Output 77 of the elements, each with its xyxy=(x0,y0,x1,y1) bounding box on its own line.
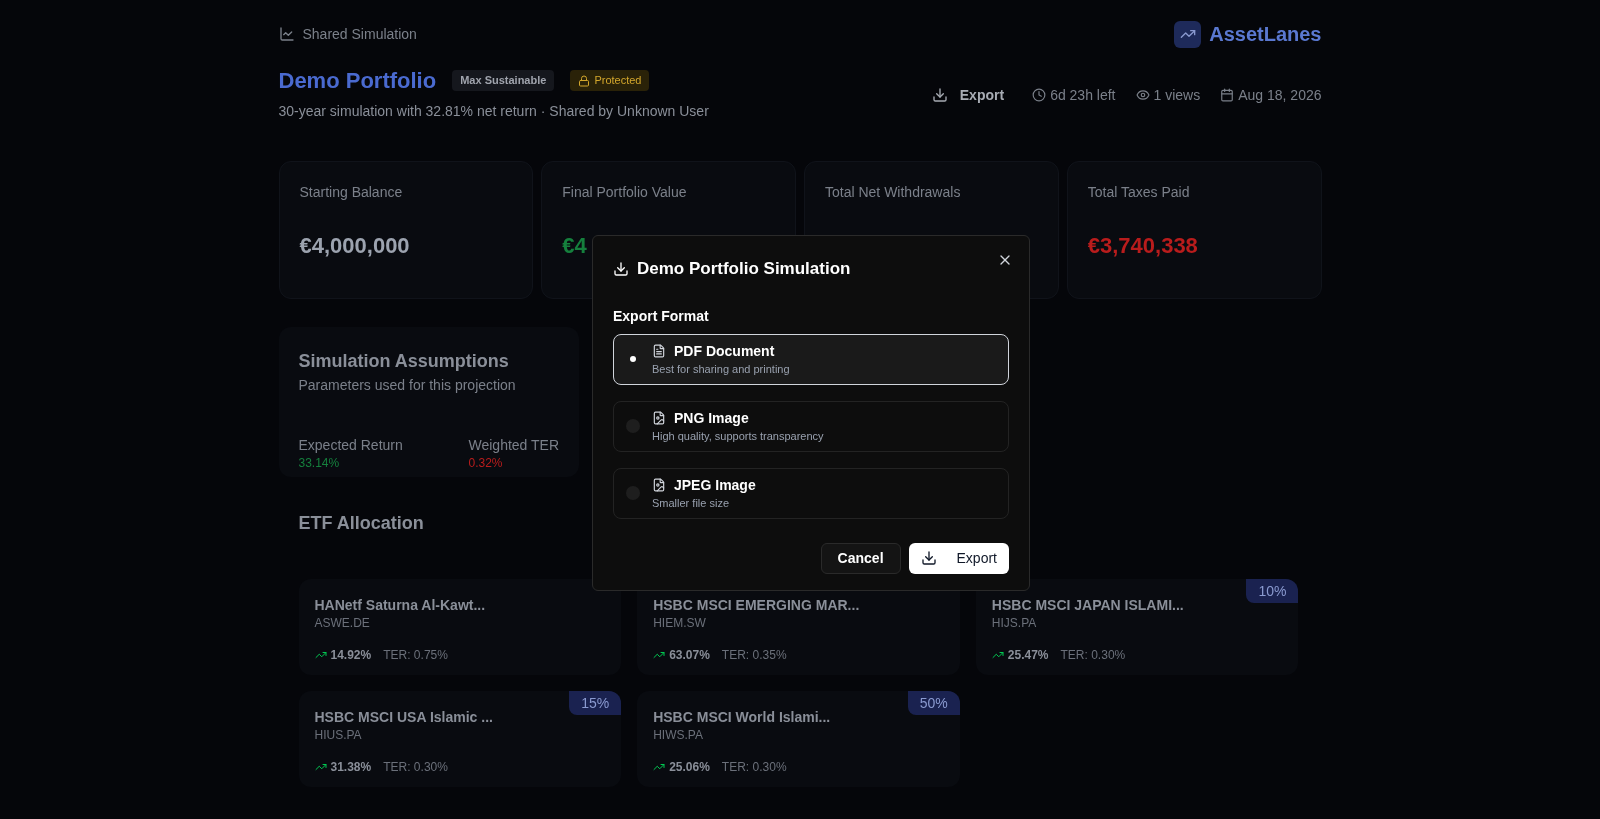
etf-ticker: HIJS.PA xyxy=(991,615,1037,631)
stat-value: €3,740,338 xyxy=(1087,232,1198,260)
time-left: 6d 23h left xyxy=(1050,86,1116,105)
protected-badge: Protected xyxy=(570,70,650,91)
view-count: 1 views xyxy=(1153,86,1201,105)
option-description: Smaller file size xyxy=(652,495,731,511)
clock-icon xyxy=(1032,88,1047,102)
option-label: PDF Document xyxy=(674,341,775,361)
weight-badge: 15% xyxy=(569,691,622,715)
document-icon xyxy=(652,343,666,358)
etf-name: HSBC MSCI World Islami... xyxy=(653,708,831,727)
etf-return: 25.47% xyxy=(1007,647,1049,663)
trend-up-icon xyxy=(653,761,666,773)
etf-ticker: ASWE.DE xyxy=(314,615,370,631)
expiry-date: Aug 18, 2026 xyxy=(1238,86,1322,105)
option-description: Best for sharing and printing xyxy=(652,361,790,377)
assumptions-title: Simulation Assumptions xyxy=(298,350,509,373)
format-option[interactable]: PNG Image High quality, supports transparency xyxy=(613,400,1009,452)
stat-label: Starting Balance xyxy=(299,183,403,202)
option-label: JPEG Image xyxy=(674,475,756,495)
strategy-badge: Max Sustainable xyxy=(452,70,555,91)
cancel-button[interactable]: Cancel xyxy=(820,542,901,574)
stat-value: €4,000,000 xyxy=(299,232,410,260)
stat-label: Total Net Withdrawals xyxy=(825,183,961,202)
stat-label: Total Taxes Paid xyxy=(1087,183,1190,202)
weight-badge: 10% xyxy=(1246,579,1299,603)
assumption-label: Weighted TER xyxy=(468,436,560,455)
chart-icon xyxy=(278,26,295,42)
trend-up-icon xyxy=(314,649,327,661)
etf-name: HSBC MSCI USA Islamic ... xyxy=(314,708,493,727)
etf-ter: TER: 0.30% xyxy=(1060,647,1126,663)
etf-name: HSBC MSCI JAPAN ISLAMI... xyxy=(991,596,1184,615)
confirm-export-button[interactable]: Export xyxy=(908,542,1009,574)
option-description: High quality, supports transparency xyxy=(652,428,824,444)
stat-value: €4 xyxy=(562,232,587,260)
lock-icon xyxy=(578,74,591,87)
etf-return: 63.07% xyxy=(669,647,710,663)
assumption-label: Expected Return xyxy=(298,436,403,455)
assumption-value: 33.14% xyxy=(298,455,340,471)
etf-ter: TER: 0.30% xyxy=(721,759,787,775)
trend-up-icon xyxy=(991,649,1004,661)
download-icon xyxy=(613,260,629,277)
trend-up-icon xyxy=(653,649,666,661)
etf-ticker: HIEM.SW xyxy=(653,615,706,631)
etf-return: 31.38% xyxy=(330,759,372,775)
weight-badge: 50% xyxy=(907,691,960,715)
etf-return: 25.06% xyxy=(669,759,710,775)
image-file-icon xyxy=(652,410,666,425)
etf-ticker: HIUS.PA xyxy=(314,727,362,743)
assumptions-subtitle: Parameters used for this projection xyxy=(298,376,516,395)
format-option[interactable]: JPEG Image Smaller file size xyxy=(613,467,1009,519)
allocation-title: ETF Allocation xyxy=(298,512,424,535)
etf-ter: TER: 0.75% xyxy=(383,647,448,663)
etf-name: HSBC MSCI EMERGING MAR... xyxy=(653,596,860,615)
option-label: PNG Image xyxy=(674,408,749,428)
trend-up-icon xyxy=(314,761,327,773)
download-icon xyxy=(931,87,948,103)
portfolio-title: Demo Portfolio xyxy=(278,67,437,95)
etf-ticker: HIWS.PA xyxy=(653,727,703,743)
calendar-icon xyxy=(1220,88,1235,102)
assumption-value: 0.32% xyxy=(468,455,503,471)
etf-return: 14.92% xyxy=(330,647,372,663)
brand-name: AssetLanes xyxy=(1209,22,1322,47)
brand-logo-icon xyxy=(1174,20,1202,48)
export-button[interactable]: Export xyxy=(923,85,1013,105)
section-label: Export Format xyxy=(613,306,710,326)
breadcrumb: Shared Simulation xyxy=(302,25,417,44)
etf-ter: TER: 0.30% xyxy=(383,759,448,775)
etf-ter: TER: 0.35% xyxy=(721,647,787,663)
format-option[interactable]: PDF Document Best for sharing and printing xyxy=(613,333,1009,385)
etf-name: HANetf Saturna Al-Kawt... xyxy=(314,596,486,615)
dialog-title: Demo Portfolio Simulation xyxy=(637,258,851,280)
download-icon xyxy=(920,550,937,566)
stat-label: Final Portfolio Value xyxy=(562,183,687,202)
eye-icon xyxy=(1135,88,1150,102)
subtitle: 30-year simulation with 32.81% net return · Shared by Unknown User xyxy=(278,102,709,121)
image-file-icon xyxy=(652,477,666,492)
